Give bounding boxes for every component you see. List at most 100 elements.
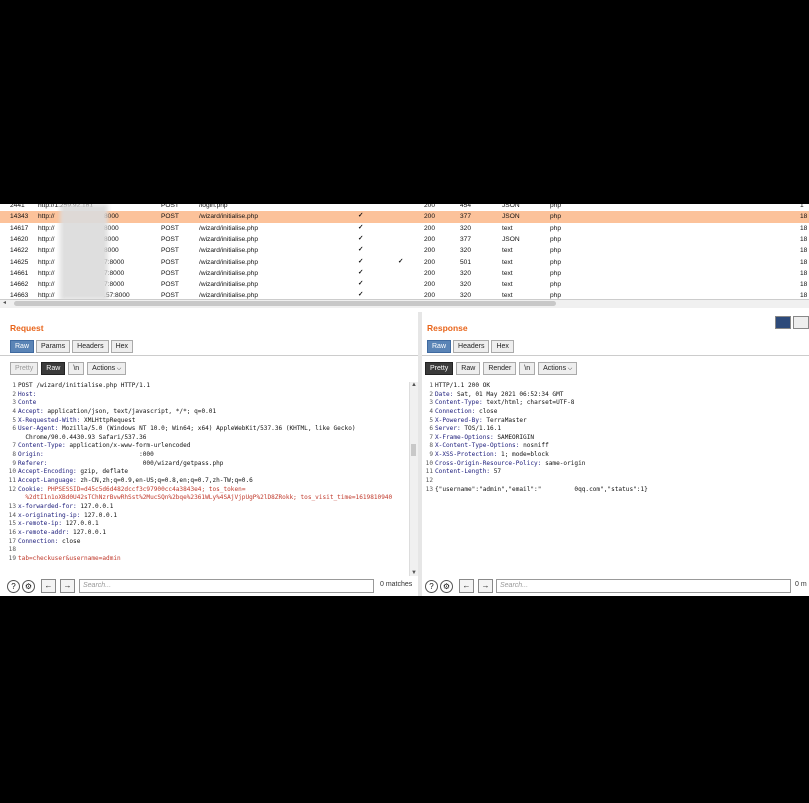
row-edited-check: ✓ [358,212,364,220]
header-key: Content-Length: [435,468,494,476]
line-number: 3 [429,399,433,407]
table-row[interactable]: 14662 http:// POST/wizard/initialise.php ✓ 2… [0,279,809,290]
newline-toggle[interactable]: \n [519,362,536,375]
code-line: 1 HTTP/1.1 200 OK [425,382,809,391]
scroll-down-icon[interactable]: ▼ [411,570,417,576]
table-row[interactable]: 14625 http:// POST/wizard/initialise.php ✓ ✓… [0,257,809,268]
forward-arrow-icon[interactable]: → [60,579,75,593]
scrollbar-thumb[interactable] [411,444,416,456]
code-line: 2 Host: [8,391,410,400]
tab-raw[interactable]: Raw [427,340,452,353]
scroll-up-icon[interactable]: ▲ [411,382,417,388]
tab-headers[interactable]: Headers [453,340,490,353]
render-button[interactable]: Render [483,362,517,375]
header-key: User-Agent: [18,425,63,433]
table-row[interactable]: 14617 http:// POST/wizard/initialise.php ✓ 2… [0,223,809,234]
code-text: tos_token= [208,485,246,493]
line-number: 14 [8,511,16,519]
header-key: Connection: [435,407,480,415]
back-arrow-icon[interactable]: ← [459,579,474,593]
row-extension: php [550,235,562,243]
code-line: 6 Server: TOS/1.16.1 [425,425,809,434]
row-edited-check: ✓ [358,234,364,242]
code-text: tab=checkuser&username=admin [18,554,121,562]
row-number: 14620 [10,235,29,243]
newline-toggle[interactable]: \n [68,362,85,375]
header-key: Conte [18,399,37,407]
tab-params[interactable]: Params [36,340,71,353]
tab-hex[interactable]: Hex [110,340,134,353]
split-layout-icon[interactable] [775,316,791,329]
header-key: x-remote-addr: [18,528,74,536]
scroll-left-icon[interactable]: ◂ [3,299,6,306]
line-number: 2 [429,390,433,398]
raw-button[interactable]: Raw [456,362,481,375]
header-key: x-originating-ip: [18,511,85,519]
help-icon[interactable]: ? [425,580,438,593]
row-ip: 18 [800,213,808,221]
table-horizontal-scrollbar[interactable]: ◂ [0,299,809,308]
back-arrow-icon[interactable]: ← [41,579,56,593]
row-length: 377 [460,213,472,221]
code-line: 4 Accept: application/json, text/javascri… [8,408,410,417]
tab-headers[interactable]: Headers [72,340,109,353]
forward-arrow-icon[interactable]: → [478,579,493,593]
tab-raw[interactable]: Raw [10,340,35,353]
tab-hex[interactable]: Hex [491,340,514,353]
response-matches-count: 0 m [795,581,807,588]
table-row[interactable]: 14663 http:// POST/wizard/initialise.php ✓ 2… [0,290,809,299]
settings-icon[interactable]: ⚙ [440,580,453,593]
table-row[interactable]: 14622 http:// POST/wizard/initialise.php ✓ 2… [0,245,809,256]
request-panel: Request Raw Params Headers Hex Pretty Ra… [0,312,418,596]
row-status: 200 [424,247,436,255]
row-mime: text [502,258,513,266]
line-number: 11 [8,477,16,485]
pretty-button[interactable]: Pretty [10,362,39,375]
row-status: 200 [424,224,436,232]
row-host: http:// [38,281,55,289]
row-method: POST [161,281,179,289]
line-number: 6 [429,425,433,433]
response-search-input[interactable]: Search... [496,579,791,593]
line-number: 11 [425,468,433,476]
actions-dropdown[interactable]: Actions [87,362,127,375]
scrollbar-thumb[interactable] [14,301,556,306]
code-line: 3 Conte [8,399,410,408]
stacked-layout-icon[interactable] [793,316,809,329]
request-vertical-scrollbar[interactable]: ▲ ▼ [409,382,418,576]
table-row[interactable]: 14620 http:// POST/wizard/initialise.php ✓ 2… [0,234,809,245]
help-icon[interactable]: ? [7,580,20,593]
response-editor[interactable]: 1 HTTP/1.1 200 OK 2 Date: Sat, 01 May 2021 … [425,382,809,576]
code-line: 1 POST /wizard/initialise.php HTTP/1.1 [8,382,410,391]
row-status: 200 [424,292,436,299]
header-key: Content-Type: [435,399,487,407]
header-key: X-XSS-Protection: [435,451,502,459]
line-number: 9 [429,451,433,459]
line-number: 12 [425,477,433,485]
header-key: x-remote-ip: [18,520,66,528]
table-row[interactable]: 14343 http:// POST/wizard/initialise.php ✓ 2… [0,211,809,223]
row-status: 200 [424,213,436,221]
row-number: 14662 [10,281,29,289]
pretty-button[interactable]: Pretty [425,362,454,375]
row-number: 14617 [10,224,29,232]
table-row[interactable]: 2441http://1.259.92.181POST/login.php200… [0,204,809,211]
request-editor[interactable]: 1 POST /wizard/initialise.php HTTP/1.1 2 Ho… [8,382,410,576]
code-line: 18 [8,546,410,555]
line-number: 4 [429,407,433,415]
row-host: http:// [38,224,55,232]
row-mime: text [502,224,513,232]
code-line: %2dtI1n1oXBd0U42sTChNzrBvwRhSst%2MucSQn%… [8,494,410,503]
actions-dropdown[interactable]: Actions [538,362,578,375]
table-row[interactable]: 14661 http:// POST/wizard/initialise.php ✓ 2… [0,268,809,279]
code-text: 127.0.0.1 [73,528,107,536]
settings-icon[interactable]: ⚙ [22,580,35,593]
code-line: 4 Connection: close [425,408,809,417]
line-number: 2 [12,390,16,398]
request-tabs: Raw Params Headers Hex [10,340,135,353]
code-text: application/x-www-form-urlencoded [69,442,191,450]
line-number: 13 [425,485,433,493]
code-text: Mozilla/5.0 (Windows NT 10.0; Win64; x64… [62,425,356,433]
raw-button[interactable]: Raw [41,362,66,375]
request-search-input[interactable]: Search... [79,579,374,593]
